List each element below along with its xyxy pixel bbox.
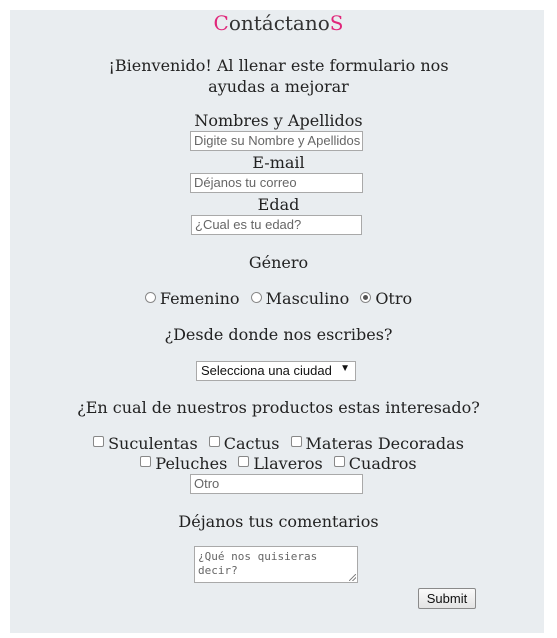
products-label: ¿En cual de nuestros productos estas int…	[77, 398, 480, 417]
comments-textarea[interactable]: ¿Qué nos quisieras decir?	[194, 546, 358, 583]
product-cactus[interactable]: Cactus	[208, 434, 279, 453]
products-row-2: Peluches Llaveros Cuadros	[0, 454, 557, 473]
resize-grip-icon[interactable]	[349, 574, 356, 581]
gender-option-otro[interactable]: Otro	[360, 289, 412, 308]
radio-icon[interactable]	[144, 292, 156, 303]
checkbox-icon[interactable]	[140, 456, 152, 467]
submit-button[interactable]: Submit	[418, 588, 476, 609]
title-middle: ontáctano	[228, 11, 330, 35]
product-suculentas[interactable]: Suculentas	[93, 434, 198, 453]
city-select[interactable]: Selecciona una ciudad ▼	[196, 361, 356, 381]
title-first-letter: C	[213, 11, 229, 35]
product-cuadros[interactable]: Cuadros	[333, 454, 417, 473]
email-label: E-mail	[252, 153, 305, 172]
products-row-1: Suculentas Cactus Materas Decoradas	[0, 434, 557, 453]
gender-label: Género	[248, 253, 309, 272]
name-label: Nombres y Apellidos	[194, 111, 363, 130]
name-input[interactable]: Digite su Nombre y Apellidos	[190, 131, 363, 151]
checkbox-icon[interactable]	[208, 436, 220, 447]
radio-icon[interactable]	[250, 292, 262, 303]
product-llaveros[interactable]: Llaveros	[238, 454, 323, 473]
checkbox-icon[interactable]	[290, 436, 302, 447]
radio-selected-icon[interactable]	[360, 292, 372, 303]
comments-label: Déjanos tus comentarios	[178, 512, 379, 531]
product-peluches[interactable]: Peluches	[140, 454, 227, 473]
other-product-input[interactable]: Otro	[190, 474, 363, 494]
age-label: Edad	[257, 195, 300, 214]
city-label: ¿Desde donde nos escribes?	[164, 325, 393, 344]
title-last-letter: S	[329, 11, 344, 35]
gender-options: Femenino Masculino Otro	[0, 289, 557, 308]
checkbox-icon[interactable]	[333, 456, 345, 467]
form-panel	[10, 10, 544, 633]
dropdown-arrow-icon: ▼	[340, 363, 350, 374]
email-input[interactable]: Déjanos tu correo	[190, 173, 363, 193]
intro-text: ¡Bienvenido! Al llenar este formulario n…	[108, 56, 449, 96]
checkbox-icon[interactable]	[93, 436, 105, 447]
age-input[interactable]: ¿Cual es tu edad?	[191, 215, 362, 235]
product-materas-decoradas[interactable]: Materas Decoradas	[290, 434, 464, 453]
page-title: ContáctanoS	[0, 11, 557, 35]
gender-option-masculino[interactable]: Masculino	[250, 289, 349, 308]
checkbox-icon[interactable]	[238, 456, 250, 467]
gender-option-femenino[interactable]: Femenino	[144, 289, 240, 308]
